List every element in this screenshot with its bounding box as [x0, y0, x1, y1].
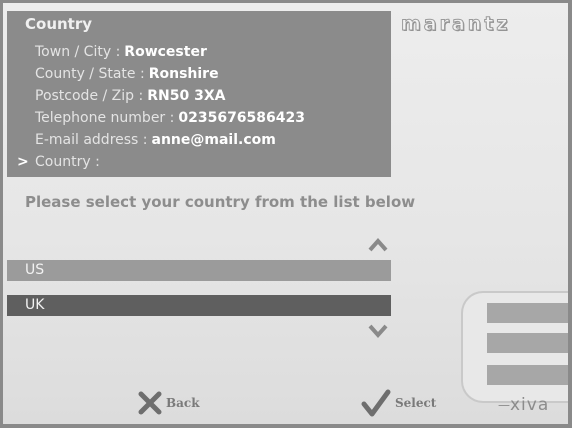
detail-label: County / State : — [35, 66, 145, 82]
detail-value: Ronshire — [148, 66, 219, 82]
detail-row-country: > Country : — [17, 151, 305, 173]
side-bar — [487, 365, 568, 385]
select-button[interactable]: Select — [361, 388, 436, 418]
instruction-text: Please select your country from the list… — [25, 193, 416, 211]
detail-label: Town / City : — [35, 44, 121, 60]
marantz-logo: marantz — [401, 13, 511, 36]
back-button[interactable]: Back — [138, 388, 200, 418]
detail-row-town: Town / City : Rowcester — [35, 41, 305, 63]
detail-value: Rowcester — [124, 44, 207, 60]
detail-value: anne@mail.com — [151, 132, 276, 148]
detail-row-postcode: Postcode / Zip : RN50 3XA — [35, 85, 305, 107]
detail-label: Postcode / Zip : — [35, 88, 144, 104]
detail-value: 0235676586423 — [178, 110, 305, 126]
detail-label: Country : — [35, 154, 100, 170]
side-bar — [487, 303, 568, 323]
detail-row-county: County / State : Ronshire — [35, 63, 305, 85]
details-list: Town / City : Rowcester County / State :R… — [17, 41, 305, 173]
side-bar — [487, 333, 568, 353]
xiva-logo: —xiva — [498, 395, 550, 415]
checkmark-icon — [361, 389, 391, 417]
detail-row-telephone: Telephone number :0235676586423 — [35, 107, 305, 129]
detail-label: Telephone number : — [35, 110, 175, 126]
country-select-screen: marantz Country Town / City : Rowcester C… — [3, 3, 568, 424]
detail-value: RN50 3XA — [147, 88, 226, 104]
select-label: Select — [395, 396, 437, 410]
current-row-marker: > — [17, 154, 29, 170]
x-icon — [138, 391, 162, 415]
panel-title: Country — [25, 15, 93, 33]
detail-label: E-mail address : — [35, 132, 148, 148]
list-item-uk-selected[interactable]: UK — [7, 295, 391, 316]
chevron-up-icon[interactable] — [363, 231, 393, 259]
detail-row-email: E-mail address : anne@mail.com — [35, 129, 305, 151]
chevron-down-icon[interactable] — [363, 317, 393, 345]
address-details-panel: Country Town / City : Rowcester County / … — [7, 11, 391, 177]
xiva-logo-text: xiva — [510, 395, 550, 415]
list-item-us[interactable]: US — [7, 260, 391, 281]
back-label: Back — [166, 396, 200, 410]
